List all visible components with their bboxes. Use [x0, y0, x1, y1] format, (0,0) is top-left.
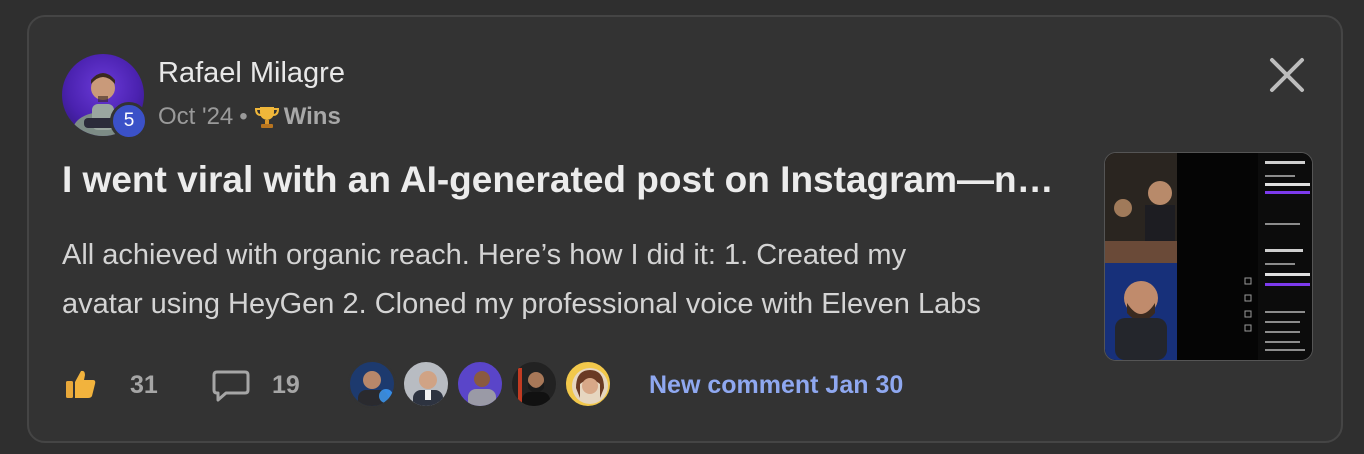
excerpt-line: All achieved with organic reach. Here’s … [62, 239, 907, 271]
post-date: Oct '24 [158, 103, 234, 130]
post-excerpt[interactable]: All achieved with organic reach. Here’s … [62, 231, 1082, 329]
comment-bubble-icon[interactable] [212, 369, 250, 403]
post-category[interactable]: Wins [284, 103, 341, 131]
excerpt-line: avatar using HeyGen 2. Cloned my profess… [62, 288, 981, 320]
post-card[interactable]: 5 Rafael Milagre Oct '24 • Wins I went v… [27, 15, 1343, 443]
thumbs-up-icon[interactable] [64, 367, 98, 401]
avatar[interactable] [456, 360, 504, 408]
author-name[interactable]: Rafael Milagre [158, 57, 345, 90]
post-thumbnail[interactable] [1104, 152, 1313, 361]
new-comment-link[interactable]: New comment Jan 30 [649, 371, 903, 400]
post-title[interactable]: I went viral with an AI-generated post o… [62, 159, 1072, 201]
author-avatar-wrap[interactable]: 5 [62, 54, 148, 140]
post-meta: Oct '24 • Wins [158, 103, 341, 131]
avatar[interactable] [510, 360, 558, 408]
comment-count: 19 [272, 371, 300, 399]
avatar[interactable] [402, 360, 450, 408]
level-badge: 5 [110, 102, 148, 140]
meta-separator: • [239, 103, 248, 130]
trophy-icon [254, 104, 280, 130]
close-button[interactable] [1267, 55, 1307, 95]
avatar[interactable] [348, 360, 396, 408]
close-icon [1270, 58, 1304, 92]
like-count: 31 [130, 371, 158, 399]
avatar[interactable] [564, 360, 612, 408]
